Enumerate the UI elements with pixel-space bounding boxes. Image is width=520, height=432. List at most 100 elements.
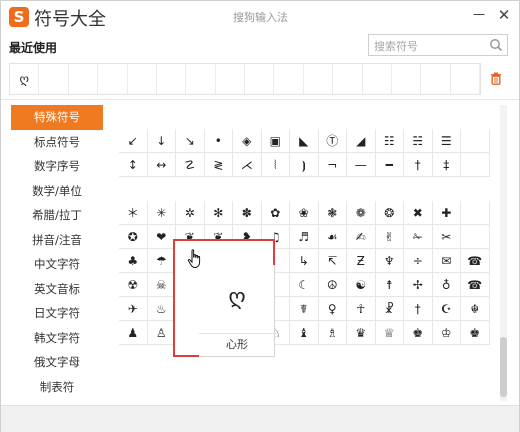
- recent-symbol-cell[interactable]: [451, 64, 480, 94]
- symbol-cell[interactable]: [433, 105, 462, 129]
- symbol-cell[interactable]: ⦚: [261, 153, 290, 177]
- category-item[interactable]: 希腊/拉丁: [11, 203, 103, 228]
- symbol-cell[interactable]: ◈: [233, 129, 262, 153]
- close-button[interactable]: ✕: [492, 4, 516, 26]
- symbol-cell[interactable]: [262, 105, 291, 129]
- recent-symbol-cell[interactable]: [186, 64, 216, 94]
- symbol-cell[interactable]: [233, 177, 262, 201]
- category-item[interactable]: 中文字符: [11, 252, 103, 277]
- symbol-cell[interactable]: ↙: [119, 129, 148, 153]
- symbol-cell[interactable]: ✉: [432, 249, 461, 273]
- recent-symbol-cell[interactable]: [245, 64, 275, 94]
- symbol-cell[interactable]: ☬: [461, 297, 490, 321]
- symbol-cell[interactable]: ♗: [318, 321, 347, 345]
- symbol-cell[interactable]: ✢: [404, 273, 433, 297]
- symbol-cell[interactable]: †: [404, 153, 433, 177]
- category-item[interactable]: 韩文字符: [11, 326, 103, 351]
- symbol-cell[interactable]: [461, 225, 490, 249]
- symbol-cell[interactable]: ❀: [290, 201, 319, 225]
- recent-symbol-cell[interactable]: [98, 64, 128, 94]
- scrollbar-thumb[interactable]: [500, 337, 507, 397]
- symbol-cell[interactable]: ♔: [432, 321, 461, 345]
- symbol-cell[interactable]: ♕: [375, 321, 404, 345]
- symbol-cell[interactable]: ♙: [147, 321, 176, 345]
- symbol-cell[interactable]: ☨: [375, 273, 404, 297]
- recent-symbol-cell[interactable]: ღ: [10, 64, 40, 94]
- recent-symbol-cell[interactable]: [421, 64, 451, 94]
- symbol-cell[interactable]: ☙: [318, 225, 347, 249]
- symbol-cell[interactable]: ✍: [347, 225, 376, 249]
- symbol-cell[interactable]: ♝: [290, 321, 319, 345]
- symbol-cell[interactable]: [319, 105, 348, 129]
- symbol-cell[interactable]: ✻: [204, 201, 233, 225]
- symbol-cell[interactable]: ↕: [119, 153, 148, 177]
- category-item[interactable]: 标点符号: [11, 130, 103, 155]
- symbol-cell[interactable]: ◢: [347, 129, 376, 153]
- symbol-cell[interactable]: [119, 105, 148, 129]
- symbol-cell[interactable]: ⦘: [290, 153, 319, 177]
- category-item[interactable]: 拼音/注音: [11, 228, 103, 253]
- symbol-cell[interactable]: ✖: [404, 201, 433, 225]
- symbol-cell[interactable]: ♣: [119, 249, 148, 273]
- symbol-cell[interactable]: [433, 177, 462, 201]
- symbol-cell[interactable]: ⋌: [233, 153, 262, 177]
- symbol-cell[interactable]: ♟: [119, 321, 148, 345]
- recent-symbol-cell[interactable]: [157, 64, 187, 94]
- symbol-cell[interactable]: ↓: [147, 129, 176, 153]
- symbol-cell[interactable]: •: [204, 129, 233, 153]
- symbol-cell[interactable]: [290, 105, 319, 129]
- symbol-cell[interactable]: [119, 177, 148, 201]
- symbol-cell[interactable]: [176, 177, 205, 201]
- recent-symbol-cell[interactable]: [392, 64, 422, 94]
- symbol-cell[interactable]: [461, 129, 490, 153]
- minimize-button[interactable]: －: [467, 4, 491, 26]
- symbol-cell[interactable]: ☡: [176, 153, 205, 177]
- symbol-cell[interactable]: ✳: [147, 201, 176, 225]
- symbol-cell[interactable]: [376, 105, 405, 129]
- symbol-cell[interactable]: ↳: [290, 249, 319, 273]
- symbol-cell[interactable]: ❤: [147, 225, 176, 249]
- symbol-cell[interactable]: [176, 105, 205, 129]
- symbol-cell[interactable]: ✂: [432, 225, 461, 249]
- symbol-cell[interactable]: ♀: [318, 297, 347, 321]
- category-item[interactable]: 数学/单位: [11, 179, 103, 204]
- symbol-cell[interactable]: [461, 105, 490, 129]
- symbol-cell[interactable]: [262, 177, 291, 201]
- symbol-cell[interactable]: [461, 201, 490, 225]
- symbol-cell[interactable]: ☵: [404, 129, 433, 153]
- symbol-cell[interactable]: —: [347, 153, 376, 177]
- symbol-cell[interactable]: ☮: [318, 273, 347, 297]
- symbol-cell[interactable]: [404, 177, 433, 201]
- symbol-cell[interactable]: ☤: [290, 297, 319, 321]
- recent-symbol-cell[interactable]: [333, 64, 363, 94]
- symbol-cell[interactable]: ↔: [147, 153, 176, 177]
- symbol-cell[interactable]: ‡: [432, 153, 461, 177]
- symbol-cell[interactable]: ✌: [375, 225, 404, 249]
- symbol-cell[interactable]: [290, 177, 319, 201]
- symbol-cell[interactable]: ☥: [347, 297, 376, 321]
- symbol-cell[interactable]: ☎: [461, 273, 490, 297]
- recent-symbol-cell[interactable]: [69, 64, 99, 94]
- search-input[interactable]: [369, 36, 484, 57]
- symbol-cell[interactable]: [347, 105, 376, 129]
- symbol-cell[interactable]: [347, 177, 376, 201]
- recent-symbol-cell[interactable]: [39, 64, 69, 94]
- symbol-cell[interactable]: ◣: [290, 129, 319, 153]
- symbol-cell[interactable]: ☂: [147, 249, 176, 273]
- symbol-cell[interactable]: [205, 105, 234, 129]
- category-item[interactable]: 俄文字母: [11, 350, 103, 375]
- category-item[interactable]: 制表符: [11, 375, 103, 400]
- symbol-cell[interactable]: [319, 177, 348, 201]
- symbol-cell[interactable]: ↘: [176, 129, 205, 153]
- symbol-cell[interactable]: ✈: [119, 297, 148, 321]
- recent-symbol-cell[interactable]: [304, 64, 334, 94]
- symbol-cell[interactable]: ━: [375, 153, 404, 177]
- vertical-scrollbar[interactable]: [497, 105, 510, 401]
- trash-icon[interactable]: [490, 70, 502, 89]
- symbol-cell[interactable]: ¬: [318, 153, 347, 177]
- recent-symbol-cell[interactable]: [128, 64, 157, 94]
- recent-symbol-cell[interactable]: [216, 64, 245, 94]
- symbol-cell[interactable]: ☯: [347, 273, 376, 297]
- symbol-cell[interactable]: ❁: [347, 201, 376, 225]
- symbol-cell[interactable]: ☧: [375, 297, 404, 321]
